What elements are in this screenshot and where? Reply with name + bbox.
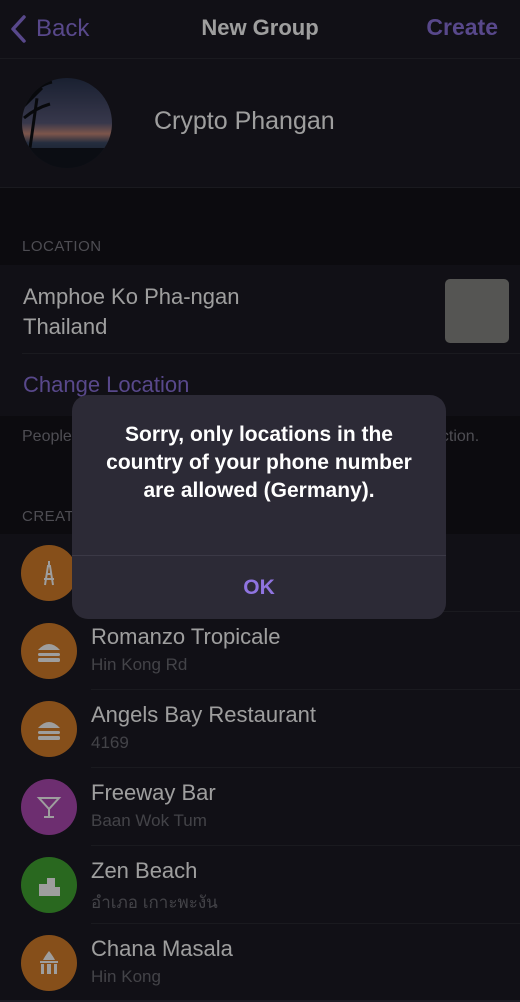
alert-message: Sorry, only locations in the country of … (106, 423, 412, 502)
alert-dialog: Sorry, only locations in the country of … (72, 395, 446, 619)
ok-button[interactable]: OK (72, 556, 446, 619)
